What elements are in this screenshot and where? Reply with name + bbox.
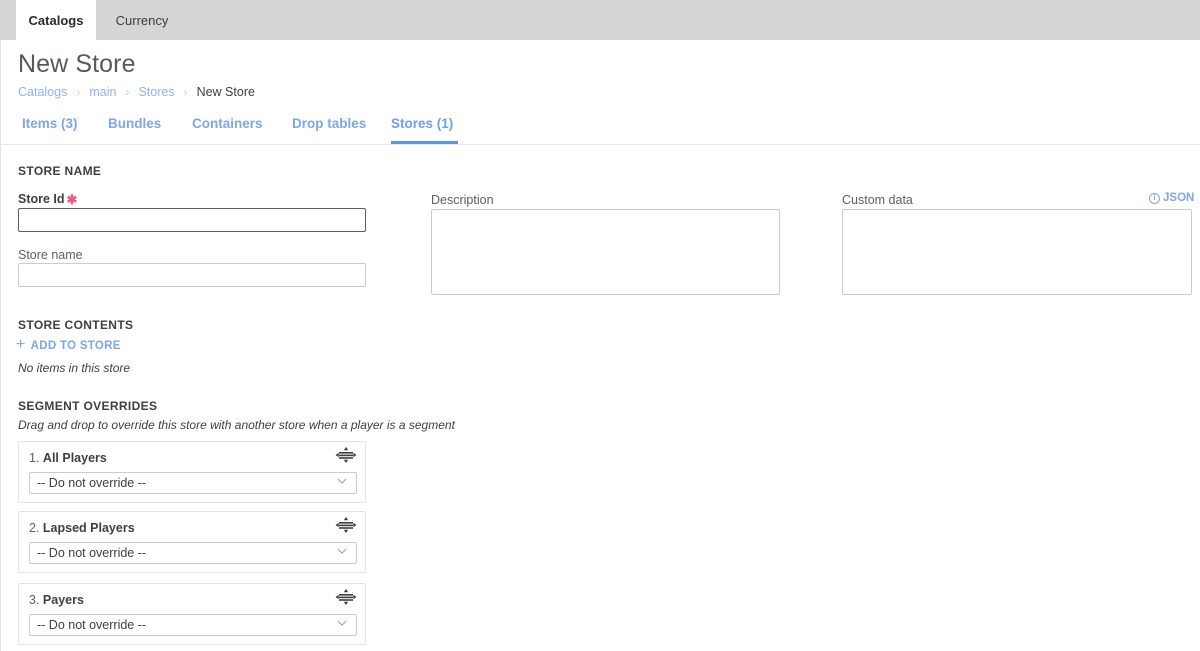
breadcrumb-item-current: New Store — [196, 85, 255, 99]
tab-bundles-label: Bundles — [108, 116, 162, 131]
tab-drop-tables[interactable]: Drop tables — [292, 110, 366, 144]
add-to-store-button[interactable]: + ADD TO STORE — [16, 336, 121, 354]
store-id-label-text: Store Id — [18, 192, 65, 206]
custom-data-textarea[interactable] — [842, 209, 1192, 295]
page-title: New Store — [18, 50, 136, 78]
segment-override-card[interactable]: 3. Payers -- Do not override -- — [18, 583, 366, 645]
breadcrumb: Catalogs › main › Stores › New Store — [18, 84, 255, 100]
segment-card-name: Payers — [42, 593, 84, 607]
store-contents-empty-message: No items in this store — [18, 361, 131, 375]
segment-card-index: 2. — [29, 521, 40, 535]
required-asterisk-icon: ✱ — [66, 192, 78, 207]
window-tab-currency-label: Currency — [115, 12, 169, 28]
breadcrumb-separator-icon: › — [183, 85, 188, 99]
tab-items[interactable]: Items (3) — [22, 110, 82, 144]
tab-stores-label: Stores (1) — [391, 116, 454, 131]
drag-handle-icon[interactable] — [335, 516, 357, 534]
segment-override-card[interactable]: 2. Lapsed Players -- Do not override -- — [18, 511, 366, 573]
breadcrumb-item-stores[interactable]: Stores — [138, 84, 174, 100]
segment-override-select[interactable]: -- Do not override -- — [29, 472, 357, 494]
custom-data-label: Custom data — [842, 193, 913, 207]
segment-override-card[interactable]: 1. All Players -- Do not override -- — [18, 441, 366, 503]
section-heading-segment-overrides: SEGMENT OVERRIDES — [18, 399, 158, 413]
segment-override-select[interactable]: -- Do not override -- — [29, 542, 357, 564]
segment-card-index: 1. — [29, 451, 40, 465]
plus-icon: + — [16, 336, 26, 353]
app-root: Catalogs Currency New Store Catalogs › m… — [0, 0, 1200, 651]
tab-stores[interactable]: Stores (1) — [391, 110, 458, 144]
breadcrumb-separator-icon: › — [125, 85, 130, 99]
segment-override-select[interactable]: -- Do not override -- — [29, 614, 357, 636]
window-tab-catalogs-label: Catalogs — [28, 12, 84, 28]
window-left-rail — [0, 0, 8, 40]
segment-card-name: All Players — [42, 451, 107, 465]
window-tab-strip: Catalogs Currency — [8, 0, 1200, 40]
segment-card-title: 1. All Players — [29, 451, 107, 465]
window-tab-catalogs[interactable]: Catalogs — [16, 0, 96, 40]
json-hint[interactable]: i JSON — [1149, 192, 1194, 204]
segment-card-title: 2. Lapsed Players — [29, 521, 135, 535]
section-heading-store-name: STORE NAME — [18, 164, 102, 178]
add-to-store-label: ADD TO STORE — [30, 340, 121, 352]
segment-card-index: 3. — [29, 593, 40, 607]
info-icon: i — [1149, 192, 1160, 204]
description-textarea[interactable] — [431, 209, 780, 295]
store-name-label: Store name — [18, 248, 83, 262]
tab-containers[interactable]: Containers — [192, 110, 264, 144]
segment-overrides-description: Drag and drop to override this store wit… — [18, 418, 455, 432]
breadcrumb-separator-icon: › — [76, 85, 81, 99]
breadcrumb-item-main[interactable]: main — [89, 84, 116, 100]
sub-navigation: Items (3) Bundles Containers Drop tables… — [0, 110, 1200, 145]
segment-card-name: Lapsed Players — [42, 521, 135, 535]
store-name-input[interactable] — [18, 263, 366, 287]
store-id-label: Store Id ✱ — [18, 192, 77, 208]
section-heading-store-contents: STORE CONTENTS — [18, 318, 134, 332]
store-id-input[interactable] — [18, 208, 366, 232]
tab-bundles[interactable]: Bundles — [108, 110, 166, 144]
tab-drop-tables-label: Drop tables — [292, 116, 367, 131]
segment-card-title: 3. Payers — [29, 593, 84, 607]
tab-items-label: Items (3) — [22, 116, 78, 131]
window-tab-currency[interactable]: Currency — [96, 0, 188, 40]
breadcrumb-item-catalogs[interactable]: Catalogs — [18, 84, 67, 100]
tab-containers-label: Containers — [192, 116, 263, 131]
drag-handle-icon[interactable] — [335, 446, 357, 464]
description-label: Description — [431, 193, 494, 207]
drag-handle-icon[interactable] — [335, 588, 357, 606]
json-hint-label: JSON — [1163, 192, 1195, 204]
